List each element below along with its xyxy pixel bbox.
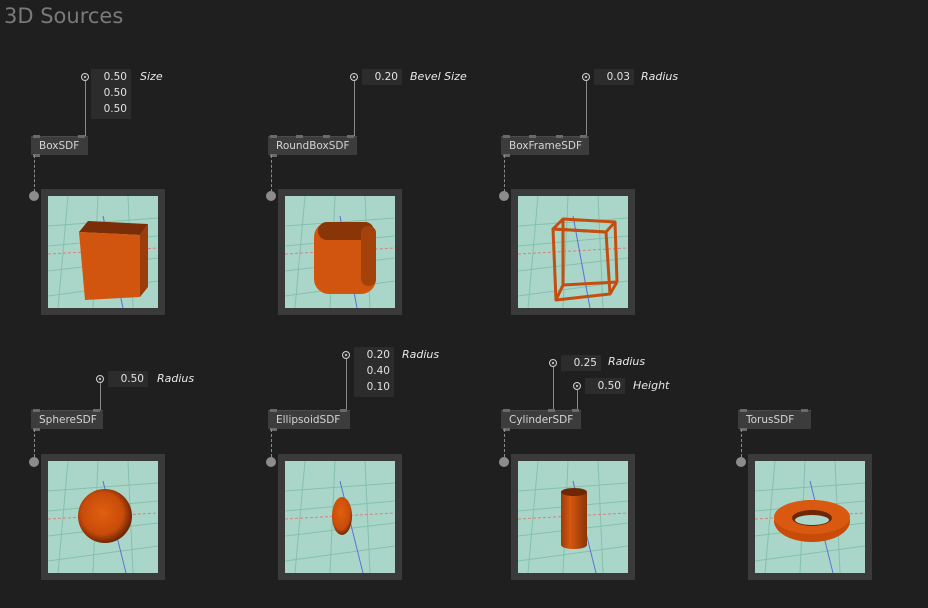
link-line bbox=[85, 81, 86, 137]
boxframesdf-node[interactable]: BoxFrameSDF bbox=[501, 135, 589, 157]
boxframesdf-output-pin[interactable] bbox=[499, 191, 509, 201]
boxsdf-output-pin[interactable] bbox=[29, 191, 39, 201]
radius-label: Radius bbox=[157, 372, 195, 385]
link-line bbox=[346, 359, 347, 411]
output-link bbox=[741, 429, 742, 457]
bevel-size-value[interactable]: 0.20 bbox=[362, 69, 402, 85]
spheresdf-node[interactable]: SphereSDF bbox=[31, 409, 103, 431]
output-link bbox=[34, 429, 35, 457]
sphere-render bbox=[48, 461, 158, 573]
torus-render bbox=[755, 461, 865, 573]
height-label: Height bbox=[633, 379, 670, 392]
link-line bbox=[100, 383, 101, 411]
size-x-value[interactable]: 0.50 bbox=[91, 69, 131, 85]
radius-z-value[interactable]: 0.10 bbox=[354, 379, 394, 395]
torussdf-preview bbox=[748, 454, 872, 580]
torussdf-output-pin[interactable] bbox=[736, 457, 746, 467]
output-link bbox=[34, 155, 35, 192]
boxsdf-preview bbox=[41, 189, 165, 315]
spheresdf-node-label: SphereSDF bbox=[39, 414, 97, 426]
size-label: Size bbox=[140, 70, 163, 83]
link-line bbox=[577, 390, 578, 411]
boxsdf-node[interactable]: BoxSDF bbox=[31, 135, 88, 157]
size-z-value[interactable]: 0.50 bbox=[91, 101, 131, 117]
roundboxsdf-output-pin[interactable] bbox=[266, 191, 276, 201]
radius-value[interactable]: 0.25 bbox=[561, 355, 601, 371]
radius-label: Radius bbox=[402, 348, 440, 361]
link-line bbox=[586, 81, 587, 137]
radius-label: Radius bbox=[608, 355, 646, 368]
size-y-value[interactable]: 0.50 bbox=[91, 85, 131, 101]
cylinder-render bbox=[518, 461, 628, 573]
output-link bbox=[504, 155, 505, 192]
ellipsoidsdf-node-label: EllipsoidSDF bbox=[276, 414, 341, 426]
boxframesdf-node-label: BoxFrameSDF bbox=[509, 140, 583, 152]
link-line bbox=[553, 367, 554, 411]
roundboxsdf-node[interactable]: RoundBoxSDF bbox=[268, 135, 357, 157]
cylindersdf-preview bbox=[511, 454, 635, 580]
boxsdf-node-label: BoxSDF bbox=[39, 140, 80, 152]
roundboxsdf-preview bbox=[278, 189, 402, 315]
cylindersdf-node[interactable]: CylinderSDF bbox=[501, 409, 581, 431]
bevel-size-label: Bevel Size bbox=[410, 70, 467, 83]
radius-value[interactable]: 0.03 bbox=[594, 69, 634, 85]
torussdf-node-label: TorusSDF bbox=[746, 414, 795, 426]
torussdf-node[interactable]: TorusSDF bbox=[738, 409, 811, 431]
page-title: 3D Sources bbox=[4, 4, 124, 28]
radius-value[interactable]: 0.50 bbox=[108, 371, 148, 387]
radius-x-value[interactable]: 0.20 bbox=[354, 347, 394, 363]
ellipsoid-render bbox=[285, 461, 395, 573]
size-value-box[interactable]: 0.50 0.50 0.50 bbox=[91, 69, 131, 119]
box-render bbox=[48, 196, 158, 308]
spheresdf-preview bbox=[41, 454, 165, 580]
boxframe-render bbox=[518, 196, 628, 308]
ellipsoidsdf-output-pin[interactable] bbox=[266, 457, 276, 467]
cylindersdf-output-pin[interactable] bbox=[499, 457, 509, 467]
ellipsoidsdf-preview bbox=[278, 454, 402, 580]
height-value[interactable]: 0.50 bbox=[585, 378, 625, 394]
output-link bbox=[271, 155, 272, 192]
roundboxsdf-node-label: RoundBoxSDF bbox=[276, 140, 350, 152]
output-link bbox=[504, 429, 505, 457]
radius-label: Radius bbox=[641, 70, 679, 83]
spheresdf-output-pin[interactable] bbox=[29, 457, 39, 467]
radius-value-box[interactable]: 0.20 0.40 0.10 bbox=[354, 347, 394, 397]
output-link bbox=[271, 429, 272, 457]
radius-y-value[interactable]: 0.40 bbox=[354, 363, 394, 379]
link-line bbox=[354, 81, 355, 137]
cylindersdf-node-label: CylinderSDF bbox=[509, 414, 574, 426]
ellipsoidsdf-node[interactable]: EllipsoidSDF bbox=[268, 409, 350, 431]
roundbox-render bbox=[285, 196, 395, 308]
boxframesdf-preview bbox=[511, 189, 635, 315]
